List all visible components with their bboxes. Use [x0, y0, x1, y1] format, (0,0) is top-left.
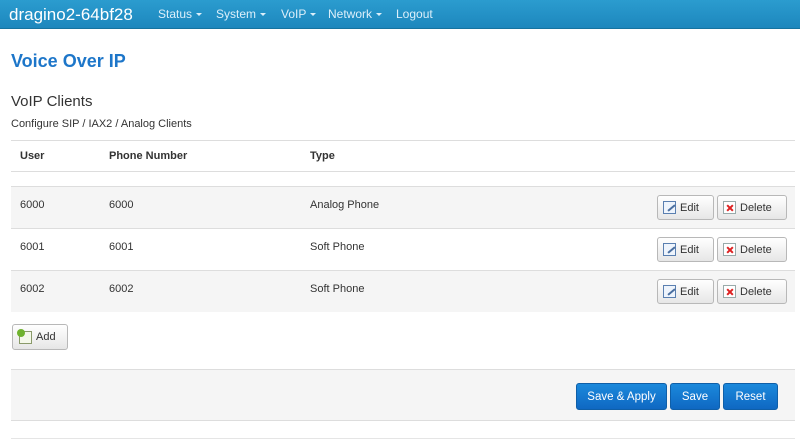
delete-icon: [723, 285, 736, 298]
hostname-brand[interactable]: dragino2-64bf28: [9, 5, 133, 25]
edit-button-label: Edit: [680, 201, 699, 214]
cell-user: 6001: [20, 241, 45, 253]
menu-system[interactable]: System: [216, 7, 267, 21]
save-button[interactable]: Save: [670, 383, 720, 410]
add-button-label: Add: [36, 331, 56, 343]
edit-button[interactable]: Edit: [657, 279, 714, 304]
delete-icon: [723, 201, 736, 214]
table-row: 6001 6001 Soft Phone Edit Delete: [11, 228, 795, 270]
cell-phone-number: 6000: [109, 199, 134, 211]
menu-status[interactable]: Status: [158, 7, 203, 21]
column-header-phone-number: Phone Number: [109, 150, 188, 162]
cell-phone-number: 6002: [109, 283, 134, 295]
section-title: VoIP Clients: [11, 93, 93, 110]
menu-system-label: System: [216, 7, 257, 21]
chevron-down-icon: [260, 13, 267, 17]
edit-button[interactable]: Edit: [657, 237, 714, 262]
add-button[interactable]: Add: [12, 324, 68, 350]
table-row: 6000 6000 Analog Phone Edit Delete: [11, 186, 795, 228]
delete-button[interactable]: Delete: [717, 237, 787, 262]
edit-icon: [663, 201, 676, 214]
menu-logout[interactable]: Logout: [396, 7, 433, 21]
edit-button[interactable]: Edit: [657, 195, 714, 220]
delete-button[interactable]: Delete: [717, 195, 787, 220]
table-row: 6002 6002 Soft Phone Edit Delete: [11, 270, 795, 312]
menu-network-label: Network: [328, 7, 373, 21]
menu-voip[interactable]: VoIP: [281, 7, 317, 21]
table-header: User Phone Number Type: [11, 140, 795, 171]
column-header-type: Type: [310, 150, 335, 162]
table-spacer-row: [11, 171, 795, 186]
reset-button[interactable]: Reset: [723, 383, 778, 410]
page-title: Voice Over IP: [11, 51, 126, 71]
cell-type: Analog Phone: [310, 199, 380, 211]
edit-button-label: Edit: [680, 243, 699, 256]
menu-status-label: Status: [158, 7, 193, 21]
delete-button-label: Delete: [740, 201, 772, 214]
chevron-down-icon: [196, 13, 203, 17]
chevron-down-icon: [376, 13, 383, 17]
cell-type: Soft Phone: [310, 283, 365, 295]
footer-divider: [11, 438, 795, 439]
save-apply-button[interactable]: Save & Apply: [576, 383, 667, 410]
edit-button-label: Edit: [680, 285, 699, 298]
menu-network[interactable]: Network: [328, 7, 383, 21]
menu-voip-label: VoIP: [281, 7, 307, 21]
delete-button-label: Delete: [740, 243, 772, 256]
section-description: Configure SIP / IAX2 / Analog Clients: [11, 118, 192, 130]
edit-icon: [663, 285, 676, 298]
cell-phone-number: 6001: [109, 241, 134, 253]
delete-icon: [723, 243, 736, 256]
cell-user: 6000: [20, 199, 45, 211]
form-actions-bar: Save & Apply Save Reset: [11, 369, 795, 421]
chevron-down-icon: [310, 13, 317, 17]
edit-icon: [663, 243, 676, 256]
cell-user: 6002: [20, 283, 45, 295]
add-icon: [17, 328, 32, 344]
delete-button-label: Delete: [740, 285, 772, 298]
cell-type: Soft Phone: [310, 241, 365, 253]
column-header-user: User: [20, 150, 45, 162]
top-navbar: dragino2-64bf28 Status System VoIP Netwo…: [0, 0, 800, 29]
delete-button[interactable]: Delete: [717, 279, 787, 304]
